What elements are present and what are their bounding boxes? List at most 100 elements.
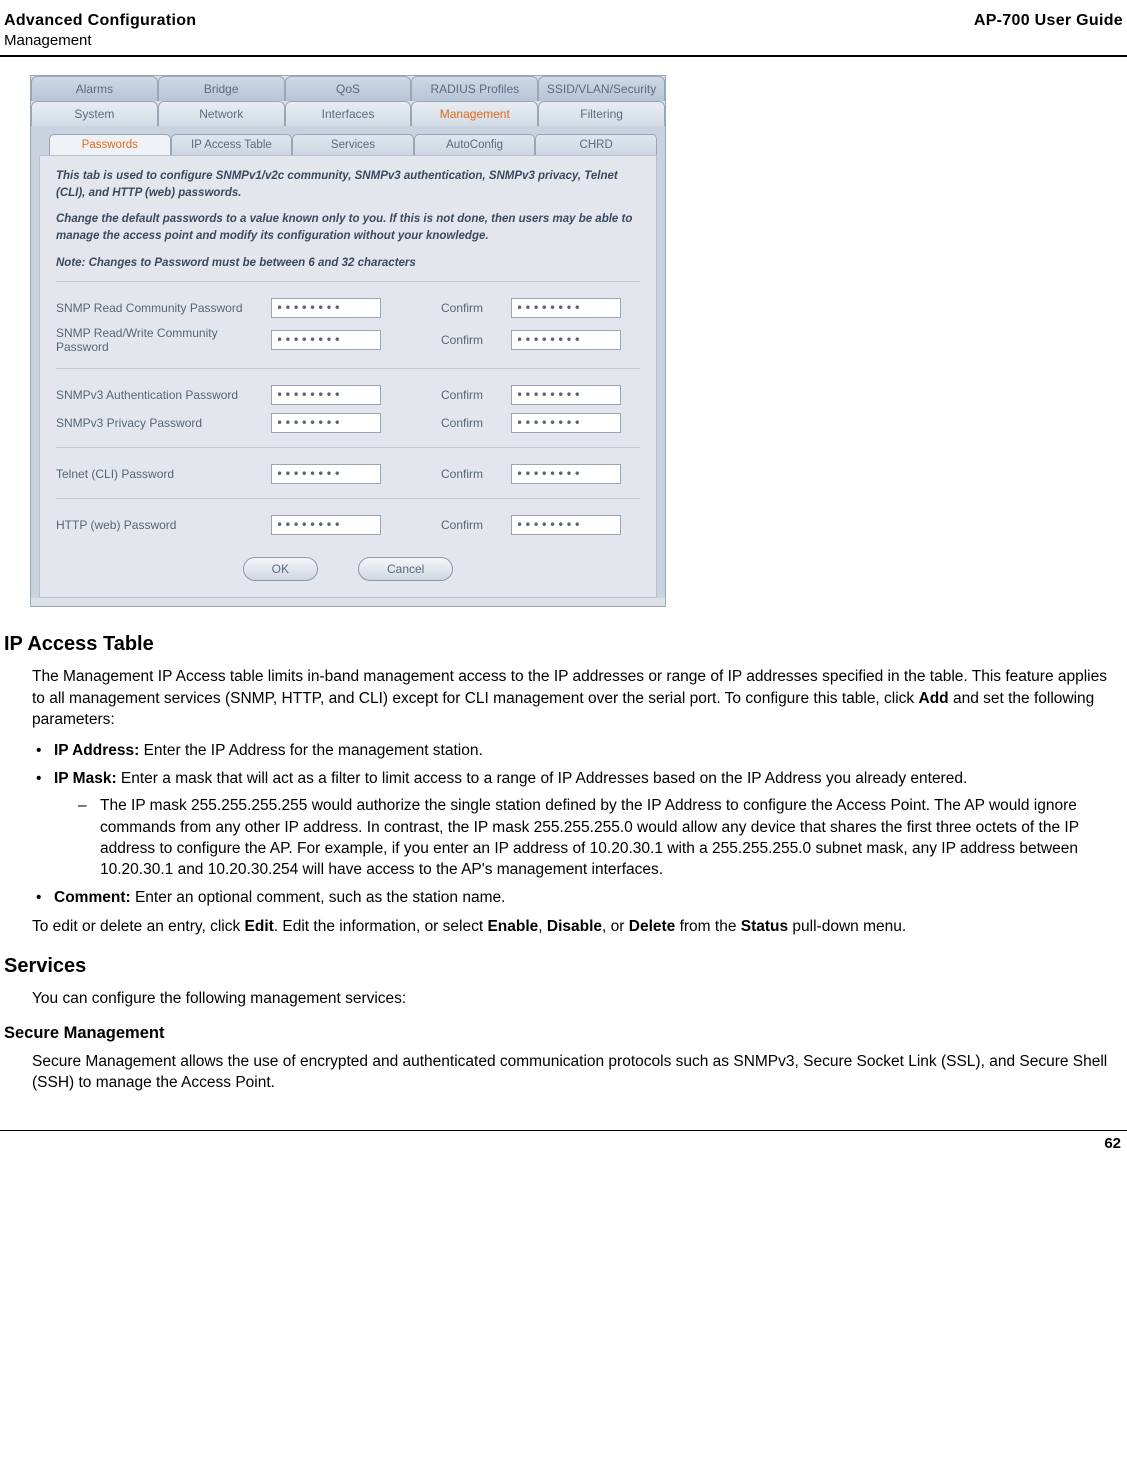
edit-delete-para: To edit or delete an entry, click Edit. … xyxy=(32,916,1123,937)
confirm-input[interactable]: •••••••• xyxy=(511,515,621,535)
panel-desc-2: Change the default passwords to a value … xyxy=(56,211,640,244)
text: To edit or delete an entry, click xyxy=(32,918,245,935)
field-row: SNMPv3 Authentication Password •••••••• … xyxy=(56,381,640,409)
field-group-3: Telnet (CLI) Password •••••••• Confirm •… xyxy=(56,447,640,488)
comment-bold: Comment: xyxy=(54,889,131,906)
tab-network[interactable]: Network xyxy=(158,101,285,126)
password-input[interactable]: •••••••• xyxy=(271,385,381,405)
page-number: 62 xyxy=(1104,1135,1121,1152)
ip-access-heading: IP Access Table xyxy=(4,633,1123,656)
ip-address-text: Enter the IP Address for the management … xyxy=(139,742,483,759)
tab-qos[interactable]: QoS xyxy=(285,76,412,101)
ok-button[interactable]: OK xyxy=(243,557,318,581)
field-group-1: SNMP Read Community Password •••••••• Co… xyxy=(56,281,640,358)
text: . Edit the information, or select xyxy=(274,918,488,935)
sub-tab-row: Passwords IP Access Table Services AutoC… xyxy=(31,126,665,155)
panel-desc-1: This tab is used to configure SNMPv1/v2c… xyxy=(56,168,640,201)
confirm-label: Confirm xyxy=(441,416,511,430)
subtab-ip-access[interactable]: IP Access Table xyxy=(171,134,293,155)
field-row: SNMP Read Community Password •••••••• Co… xyxy=(56,294,640,322)
confirm-input[interactable]: •••••••• xyxy=(511,298,621,318)
ip-access-bullets: IP Address: Enter the IP Address for the… xyxy=(32,740,1123,908)
text: , xyxy=(538,918,547,935)
tab-bridge[interactable]: Bridge xyxy=(158,76,285,101)
confirm-label: Confirm xyxy=(441,467,511,481)
bullet-ip-address: IP Address: Enter the IP Address for the… xyxy=(32,740,1123,761)
confirm-input[interactable]: •••••••• xyxy=(511,330,621,350)
ip-mask-sublist: The IP mask 255.255.255.255 would author… xyxy=(78,795,1123,881)
delete-bold: Delete xyxy=(629,918,676,935)
tab-filtering[interactable]: Filtering xyxy=(538,101,665,126)
text: from the xyxy=(675,918,740,935)
bullet-ip-mask: IP Mask: Enter a mask that will act as a… xyxy=(32,768,1123,881)
header-left: Advanced Configuration Management xyxy=(4,12,196,49)
confirm-label: Confirm xyxy=(441,301,511,315)
field-label: SNMPv3 Privacy Password xyxy=(56,416,271,430)
ip-access-intro: The Management IP Access table limits in… xyxy=(32,666,1123,730)
header-subtitle: Management xyxy=(4,32,196,49)
field-row: SNMPv3 Privacy Password •••••••• Confirm… xyxy=(56,409,640,437)
header-right: AP-700 User Guide xyxy=(974,12,1123,30)
comment-text: Enter an optional comment, such as the s… xyxy=(131,889,506,906)
confirm-label: Confirm xyxy=(441,388,511,402)
services-para: You can configure the following manageme… xyxy=(32,988,1123,1009)
field-group-4: HTTP (web) Password •••••••• Confirm •••… xyxy=(56,498,640,539)
tab-ssid[interactable]: SSID/VLAN/Security xyxy=(538,76,665,101)
tab-radius[interactable]: RADIUS Profiles xyxy=(411,76,538,101)
edit-bold: Edit xyxy=(245,918,274,935)
ip-mask-text: Enter a mask that will act as a filter t… xyxy=(117,770,968,787)
password-input[interactable]: •••••••• xyxy=(271,464,381,484)
add-bold: Add xyxy=(919,690,949,707)
secure-mgmt-heading: Secure Management xyxy=(4,1024,1123,1043)
sub-panel-wrap: Passwords IP Access Table Services AutoC… xyxy=(31,126,665,598)
header-title: Advanced Configuration xyxy=(4,12,196,30)
body-content: IP Access Table The Management IP Access… xyxy=(0,607,1127,1113)
password-input[interactable]: •••••••• xyxy=(271,298,381,318)
field-label: SNMPv3 Authentication Password xyxy=(56,388,271,402)
subtab-services[interactable]: Services xyxy=(292,134,414,155)
field-row: Telnet (CLI) Password •••••••• Confirm •… xyxy=(56,460,640,488)
config-screenshot: Alarms Bridge QoS RADIUS Profiles SSID/V… xyxy=(30,75,666,607)
field-label: SNMP Read Community Password xyxy=(56,301,271,315)
cancel-button[interactable]: Cancel xyxy=(358,557,453,581)
confirm-input[interactable]: •••••••• xyxy=(511,413,621,433)
field-label: HTTP (web) Password xyxy=(56,518,271,532)
subtab-chrd[interactable]: CHRD xyxy=(535,134,657,155)
bullet-comment: Comment: Enter an optional comment, such… xyxy=(32,887,1123,908)
panel-desc-3: Note: Changes to Password must be betwee… xyxy=(56,255,640,272)
services-heading: Services xyxy=(4,955,1123,978)
button-row: OK Cancel xyxy=(56,557,640,581)
tab-system[interactable]: System xyxy=(31,101,158,126)
confirm-input[interactable]: •••••••• xyxy=(511,464,621,484)
confirm-label: Confirm xyxy=(441,518,511,532)
page-footer: 62 xyxy=(0,1130,1127,1166)
enable-bold: Enable xyxy=(487,918,538,935)
field-group-2: SNMPv3 Authentication Password •••••••• … xyxy=(56,368,640,437)
password-input[interactable]: •••••••• xyxy=(271,413,381,433)
tab-interfaces[interactable]: Interfaces xyxy=(285,101,412,126)
subtab-passwords[interactable]: Passwords xyxy=(49,134,171,155)
ip-mask-bold: IP Mask: xyxy=(54,770,117,787)
tab-alarms[interactable]: Alarms xyxy=(31,76,158,101)
ip-mask-dash: The IP mask 255.255.255.255 would author… xyxy=(78,795,1123,881)
primary-tab-row: Alarms Bridge QoS RADIUS Profiles SSID/V… xyxy=(31,76,665,101)
tab-management[interactable]: Management xyxy=(411,101,538,126)
text: , or xyxy=(602,918,629,935)
password-input[interactable]: •••••••• xyxy=(271,515,381,535)
confirm-input[interactable]: •••••••• xyxy=(511,385,621,405)
password-input[interactable]: •••••••• xyxy=(271,330,381,350)
passwords-panel: This tab is used to configure SNMPv1/v2c… xyxy=(39,155,657,598)
ip-address-bold: IP Address: xyxy=(54,742,139,759)
field-label: Telnet (CLI) Password xyxy=(56,467,271,481)
secure-mgmt-para: Secure Management allows the use of encr… xyxy=(32,1051,1123,1094)
status-bold: Status xyxy=(741,918,788,935)
disable-bold: Disable xyxy=(547,918,602,935)
confirm-label: Confirm xyxy=(441,333,511,347)
field-label: SNMP Read/Write Community Password xyxy=(56,326,271,354)
text: pull-down menu. xyxy=(788,918,906,935)
secondary-tab-row: System Network Interfaces Management Fil… xyxy=(31,101,665,126)
field-row: HTTP (web) Password •••••••• Confirm •••… xyxy=(56,511,640,539)
field-row: SNMP Read/Write Community Password •••••… xyxy=(56,322,640,358)
page-header: Advanced Configuration Management AP-700… xyxy=(0,0,1127,57)
subtab-autoconfig[interactable]: AutoConfig xyxy=(414,134,536,155)
